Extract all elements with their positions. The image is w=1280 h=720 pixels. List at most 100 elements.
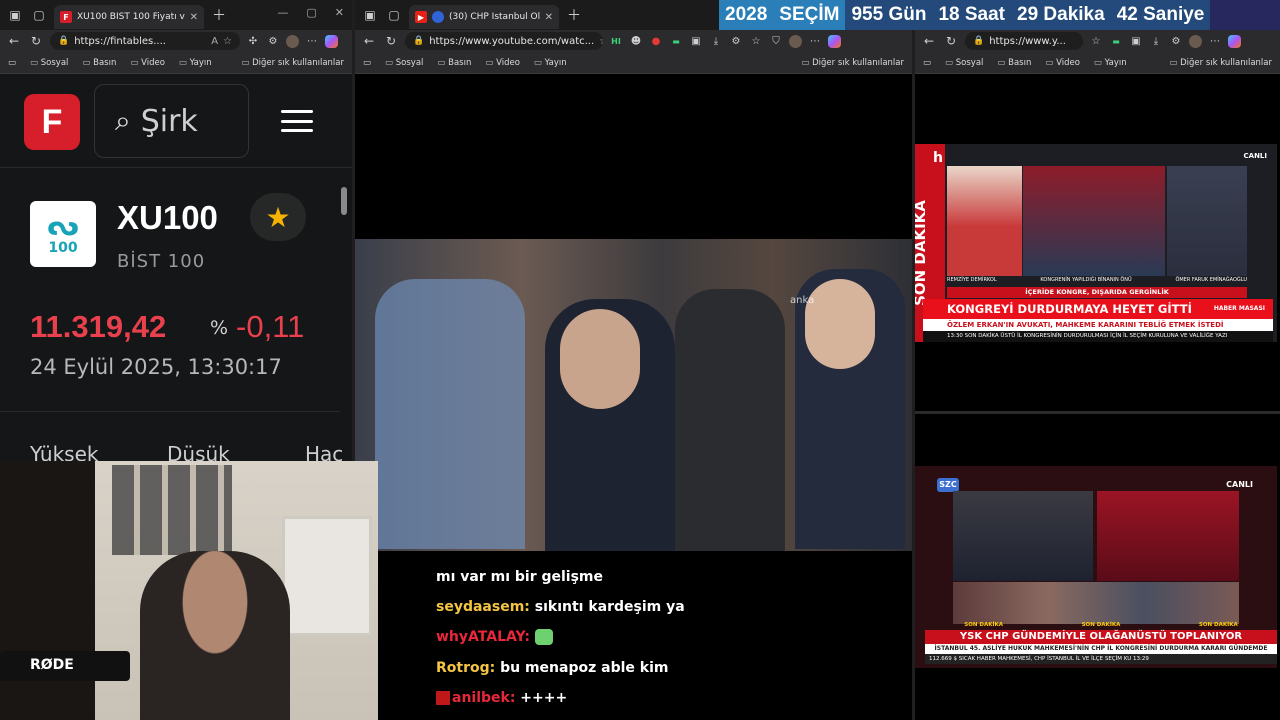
read-aloud-icon[interactable]: A bbox=[211, 36, 218, 47]
puzzle-icon[interactable]: ⚙ bbox=[266, 36, 280, 47]
news-subline: ÖZLEM ERKAN'IN AVUKATI, MAHKEME KARARINI… bbox=[923, 319, 1273, 331]
scrollbar[interactable] bbox=[340, 169, 348, 469]
address-bar-row: ← ↻ 🔒 https://www.y... ☆ ▬ ▣ ⤓ ⚙ ⋯ bbox=[915, 30, 1280, 52]
more-menu-icon[interactable]: ⋯ bbox=[1208, 36, 1222, 47]
bookmark-folder-video[interactable]: Video bbox=[1045, 58, 1080, 68]
copilot-icon[interactable] bbox=[828, 34, 841, 48]
bookmark-folder-other[interactable]: Diğer sık kullanılanlar bbox=[801, 58, 904, 68]
refresh-icon[interactable]: ↻ bbox=[28, 34, 44, 48]
countdown-year: 2028 bbox=[719, 0, 774, 30]
copilot-icon[interactable] bbox=[1228, 34, 1241, 48]
news-headline: KONGREYİ DURDURMAYA HEYET GİTTİ HABER MA… bbox=[923, 299, 1273, 319]
bookmark-menu-icon[interactable]: ▭ bbox=[923, 58, 931, 68]
profile-avatar-icon[interactable] bbox=[286, 34, 299, 48]
streamer bbox=[140, 551, 290, 720]
extension-download-icon[interactable]: ⤓ bbox=[709, 36, 723, 47]
new-tab-button[interactable]: ＋ bbox=[567, 5, 581, 25]
extension-image-icon[interactable]: ▣ bbox=[689, 36, 703, 47]
extension-hd-icon[interactable]: HI bbox=[609, 37, 623, 46]
close-tab-icon[interactable]: ✕ bbox=[545, 12, 553, 23]
news-stream-halk[interactable]: SON DAKİKA h CANLI REMZİYE DEMİRKOL KONG… bbox=[915, 144, 1277, 342]
search-input[interactable]: ⌕ Şirk bbox=[94, 84, 249, 158]
bookmark-folder-other[interactable]: Diğer sık kullanılanlar bbox=[1169, 58, 1272, 68]
extension-green-icon[interactable]: ▬ bbox=[669, 37, 683, 46]
bookmark-folder-sosyal[interactable]: Sosyal bbox=[385, 58, 424, 68]
maximize-icon[interactable]: ▢ bbox=[306, 6, 316, 19]
profile-avatar-icon[interactable] bbox=[1189, 34, 1202, 48]
scrollbar-thumb[interactable] bbox=[341, 187, 347, 215]
studio-panel bbox=[1023, 166, 1165, 276]
more-menu-icon[interactable]: ⋯ bbox=[808, 36, 822, 47]
price-timestamp: 24 Eylül 2025, 13:30:17 bbox=[30, 355, 282, 379]
tab-fintables[interactable]: F XU100 BİST 100 Fiyatı ve Grafiği ✕ bbox=[54, 5, 204, 29]
back-icon[interactable]: ← bbox=[6, 34, 22, 48]
url-field[interactable]: 🔒 https://www.youtube.com/watc... ☆ bbox=[405, 32, 603, 50]
bookmark-folder-other[interactable]: Diğer sık kullanılanlar bbox=[241, 58, 344, 68]
news-stream-szc[interactable]: SZC CANLI SON DAKİKA SON DAKİKA SON DAKİ… bbox=[915, 466, 1277, 668]
hamburger-menu-icon[interactable] bbox=[281, 110, 313, 132]
user-badge-icon bbox=[436, 691, 450, 705]
extension-image-icon[interactable]: ▣ bbox=[1129, 36, 1143, 47]
back-icon[interactable]: ← bbox=[361, 34, 377, 48]
shield-icon[interactable]: ⛉ bbox=[769, 36, 783, 47]
lock-icon: 🔒 bbox=[413, 36, 425, 46]
extension-red-icon[interactable]: ● bbox=[649, 36, 663, 47]
tab-actions-icon[interactable]: ▢ bbox=[385, 6, 403, 24]
bookmark-folder-yayin[interactable]: Yayın bbox=[179, 58, 212, 68]
headline-text: KONGREYİ DURDURMAYA HEYET GİTTİ bbox=[947, 302, 1192, 316]
bookmark-folder-video[interactable]: Video bbox=[130, 58, 165, 68]
caption-right: ÖMER FARUK EMİNAĞAOĞLU bbox=[1175, 277, 1247, 283]
extensions-icon[interactable]: ✣ bbox=[246, 36, 260, 47]
bookmark-menu-icon[interactable]: ▭ bbox=[8, 58, 16, 68]
son-dakika-label: SON DAKİKA bbox=[964, 622, 1004, 628]
tab-youtube[interactable]: ▶ (30) CHP İstanbul Olağanüstü ✕ bbox=[409, 5, 559, 29]
bookmark-folder-basin[interactable]: Basın bbox=[437, 58, 471, 68]
wall-frames bbox=[112, 465, 232, 555]
bookmark-folder-yayin[interactable]: Yayın bbox=[534, 58, 567, 68]
star-icon: ★ bbox=[265, 200, 291, 234]
bookmark-folder-video[interactable]: Video bbox=[485, 58, 520, 68]
frog-emote-icon bbox=[534, 629, 553, 645]
bookmark-folder-basin[interactable]: Basın bbox=[997, 58, 1031, 68]
workspaces-icon[interactable]: ▣ bbox=[361, 6, 379, 24]
close-window-icon[interactable]: ✕ bbox=[335, 6, 344, 19]
extension-green-icon[interactable]: ▬ bbox=[1109, 37, 1123, 46]
url-field[interactable]: 🔒 https://fintables.... A ☆ bbox=[50, 32, 240, 50]
logo-number: 100 bbox=[48, 240, 78, 256]
copilot-icon[interactable] bbox=[325, 34, 338, 48]
favorites-icon[interactable]: ☆ bbox=[749, 36, 763, 47]
bookmarks-bar: ▭ Sosyal Basın Video Yayın Diğer sık kul… bbox=[355, 52, 912, 74]
profile-avatar-icon[interactable] bbox=[789, 34, 802, 48]
extension-download-icon[interactable]: ⤓ bbox=[1149, 36, 1163, 47]
new-tab-button[interactable]: ＋ bbox=[212, 5, 226, 25]
chat-message: mı var mı bir gelişme bbox=[436, 569, 603, 585]
favorite-star-icon[interactable]: ☆ bbox=[599, 36, 603, 47]
favorite-star-button[interactable]: ★ bbox=[250, 193, 306, 241]
search-icon: ⌕ bbox=[115, 104, 131, 137]
bookmark-folder-basin[interactable]: Basın bbox=[82, 58, 116, 68]
favorite-star-icon[interactable]: ☆ bbox=[1089, 36, 1103, 47]
fintables-logo[interactable]: F bbox=[24, 94, 80, 150]
bookmark-menu-icon[interactable]: ▭ bbox=[363, 58, 371, 68]
tab-actions-icon[interactable]: ▢ bbox=[30, 6, 48, 24]
chat-text: ++++ bbox=[515, 690, 568, 706]
minimize-icon[interactable]: — bbox=[277, 6, 288, 19]
extension-user-icon[interactable]: ☻ bbox=[629, 36, 643, 47]
back-icon[interactable]: ← bbox=[921, 34, 937, 48]
bookmark-folder-sosyal[interactable]: Sosyal bbox=[30, 58, 69, 68]
bookmark-folder-yayin[interactable]: Yayın bbox=[1094, 58, 1127, 68]
refresh-icon[interactable]: ↻ bbox=[383, 34, 399, 48]
more-menu-icon[interactable]: ⋯ bbox=[305, 36, 319, 47]
favorite-star-icon[interactable]: ☆ bbox=[223, 36, 232, 47]
site-header: F ⌕ Şirk bbox=[0, 74, 352, 168]
extensions-icon[interactable]: ⚙ bbox=[729, 36, 743, 47]
workspaces-icon[interactable]: ▣ bbox=[6, 6, 24, 24]
divider bbox=[0, 411, 340, 412]
close-tab-icon[interactable]: ✕ bbox=[190, 12, 198, 23]
refresh-icon[interactable]: ↻ bbox=[943, 34, 959, 48]
son-dakika-label: SON DAKİKA bbox=[1198, 622, 1238, 628]
url-field[interactable]: 🔒 https://www.y... bbox=[965, 32, 1083, 50]
bookmark-folder-sosyal[interactable]: Sosyal bbox=[945, 58, 984, 68]
extensions-icon[interactable]: ⚙ bbox=[1169, 36, 1183, 47]
search-placeholder: Şirk bbox=[140, 103, 198, 139]
